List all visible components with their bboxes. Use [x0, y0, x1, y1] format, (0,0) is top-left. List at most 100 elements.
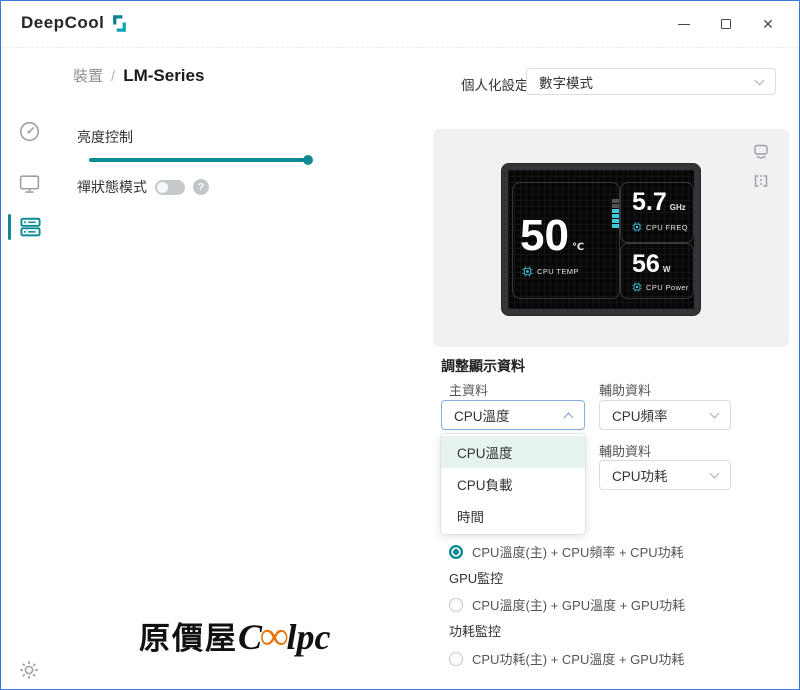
sidebar-item-settings[interactable] — [18, 659, 42, 683]
aux-data-label-2: 輔助資料 — [599, 444, 652, 459]
flip-screen-button[interactable] — [751, 171, 771, 191]
slider-track — [89, 158, 309, 162]
minimize-icon — [678, 23, 690, 25]
sidebar-item-devices[interactable] — [18, 214, 42, 238]
brand-logo: DeepCool — [21, 13, 129, 33]
help-icon[interactable]: ? — [193, 179, 209, 195]
infinity-glyph: ∞ — [260, 613, 289, 658]
preset-label: CPU功耗(主) + CPU溫度 + GPU功耗 — [472, 652, 685, 667]
cpu-freq-unit: GHz — [669, 203, 686, 212]
cpu-temp-unit: ℃ — [571, 242, 585, 253]
titlebar-separator — [1, 47, 799, 48]
rotate-screen-button[interactable] — [751, 141, 771, 161]
maximize-icon — [721, 19, 731, 29]
rotate-icon — [754, 144, 768, 159]
chevron-down-icon — [709, 468, 720, 479]
section-title: 調整顯示資料 — [441, 358, 525, 374]
primary-data-label: 主資料 — [449, 383, 489, 398]
aux-data-value-1: CPU頻率 — [612, 409, 668, 424]
brightness-slider[interactable] — [89, 155, 313, 165]
watermark-chinese: 原價屋 — [139, 621, 238, 656]
cpu-power-unit: W — [662, 265, 671, 274]
devices-icon — [20, 217, 41, 237]
lcd-screen-bezel: 50 ℃ CPU TEMP 5.7 GHz CPU FREQ 56 W CPU … — [501, 163, 701, 316]
aux-data-select-1[interactable]: CPU頻率 — [599, 400, 731, 430]
aux-data-value-2: CPU功耗 — [612, 469, 668, 484]
zen-mode-label: 禪狀態模式 — [77, 179, 147, 195]
sidebar — [1, 48, 61, 689]
cpu-chip-icon — [632, 282, 642, 292]
cpu-temp-number: 50 — [520, 211, 569, 260]
gauge-icon — [19, 121, 40, 142]
aux-data-label-1: 輔助資料 — [599, 383, 652, 398]
dropdown-option-cpu-load[interactable]: CPU負載 — [441, 468, 585, 500]
chevron-up-icon — [563, 412, 574, 422]
sidebar-active-indicator — [8, 214, 11, 240]
cpu-temp-value: 50 ℃ — [520, 214, 584, 258]
cpu-power-caption: CPU Power — [632, 282, 689, 292]
watermark-lpc: lpc — [286, 617, 331, 657]
level-bars — [612, 199, 619, 228]
preset-group-power: 功耗監控 — [449, 624, 502, 639]
personalize-label: 個人化設定 — [461, 78, 529, 93]
preset-option-power[interactable]: CPU功耗(主) + CPU溫度 + GPU功耗 — [449, 649, 684, 668]
radio-unchecked-icon[interactable] — [449, 597, 463, 612]
toggle-knob — [157, 181, 168, 193]
chevron-down-icon — [754, 75, 765, 85]
close-button[interactable]: ✕ — [747, 9, 789, 39]
help-glyph: ? — [197, 181, 205, 193]
title-bar: DeepCool ✕ — [1, 1, 799, 47]
lcd-screen: 50 ℃ CPU TEMP 5.7 GHz CPU FREQ 56 W CPU … — [508, 170, 694, 309]
preset-label: CPU溫度(主) + GPU溫度 + GPU功耗 — [472, 598, 686, 613]
minimize-button[interactable] — [663, 9, 705, 39]
primary-data-select[interactable]: CPU溫度 — [441, 400, 585, 430]
dropdown-option-cpu-temp[interactable]: CPU溫度 — [441, 436, 585, 468]
deepcool-logo-icon — [110, 14, 129, 33]
cpu-freq-value: 5.7 GHz — [632, 190, 686, 215]
cpu-chip-icon — [522, 266, 533, 277]
dropdown-option-time[interactable]: 時間 — [441, 500, 585, 532]
cpu-power-value: 56 W — [632, 252, 670, 277]
cpu-chip-icon — [632, 222, 642, 232]
preset-label: CPU溫度(主) + CPU頻率 + CPU功耗 — [472, 545, 684, 560]
chevron-down-icon — [709, 408, 720, 419]
preset-option-cpu[interactable]: CPU溫度(主) + CPU頻率 + CPU功耗 — [449, 542, 684, 561]
watermark-c: C — [238, 617, 263, 657]
sidebar-item-display[interactable] — [18, 172, 42, 196]
app-window: DeepCool ✕ 裝置 / LM-Series 個人化設定 數字模式 亮度控… — [0, 0, 800, 690]
preset-group-gpu: GPU監控 — [449, 571, 504, 586]
page-title: LM-Series — [123, 66, 205, 85]
coolpc-watermark: 原價屋 C ∞ lpc — [139, 613, 331, 658]
personalize-select[interactable]: 數字模式 — [526, 68, 776, 95]
radio-unchecked-icon[interactable] — [449, 651, 463, 666]
radio-checked-icon[interactable] — [449, 544, 463, 559]
aux-data-select-2[interactable]: CPU功耗 — [599, 460, 731, 490]
cpu-freq-number: 5.7 — [632, 188, 667, 216]
cpu-power-number: 56 — [632, 250, 660, 278]
personalize-select-value: 數字模式 — [539, 75, 593, 91]
flip-icon — [754, 175, 768, 187]
primary-data-value: CPU溫度 — [454, 409, 510, 424]
slider-thumb[interactable] — [303, 155, 313, 165]
zen-mode-toggle[interactable] — [155, 179, 185, 195]
cpu-freq-label: CPU FREQ — [646, 222, 688, 232]
zen-mode-row: 禪狀態模式 ? — [77, 177, 209, 197]
maximize-button[interactable] — [705, 9, 747, 39]
sidebar-item-dashboard[interactable] — [18, 120, 42, 144]
cpu-temp-caption: CPU TEMP — [522, 266, 579, 277]
brand-logo-text: DeepCool — [21, 13, 105, 32]
cpu-power-label: CPU Power — [646, 282, 689, 292]
preset-option-gpu[interactable]: CPU溫度(主) + GPU溫度 + GPU功耗 — [449, 595, 685, 614]
breadcrumb-section[interactable]: 裝置 — [73, 65, 103, 86]
brightness-label: 亮度控制 — [77, 129, 133, 145]
primary-data-dropdown: CPU溫度 CPU負載 時間 — [441, 434, 585, 534]
gear-icon — [20, 661, 38, 679]
cpu-freq-caption: CPU FREQ — [632, 222, 688, 232]
breadcrumb: 裝置 / LM-Series — [73, 65, 204, 93]
screen-preview-panel: 50 ℃ CPU TEMP 5.7 GHz CPU FREQ 56 W CPU … — [433, 129, 789, 347]
window-controls: ✕ — [663, 9, 789, 39]
close-icon: ✕ — [762, 15, 774, 32]
breadcrumb-separator: / — [111, 68, 116, 85]
cpu-temp-label: CPU TEMP — [537, 267, 579, 276]
monitor-icon — [19, 175, 40, 193]
